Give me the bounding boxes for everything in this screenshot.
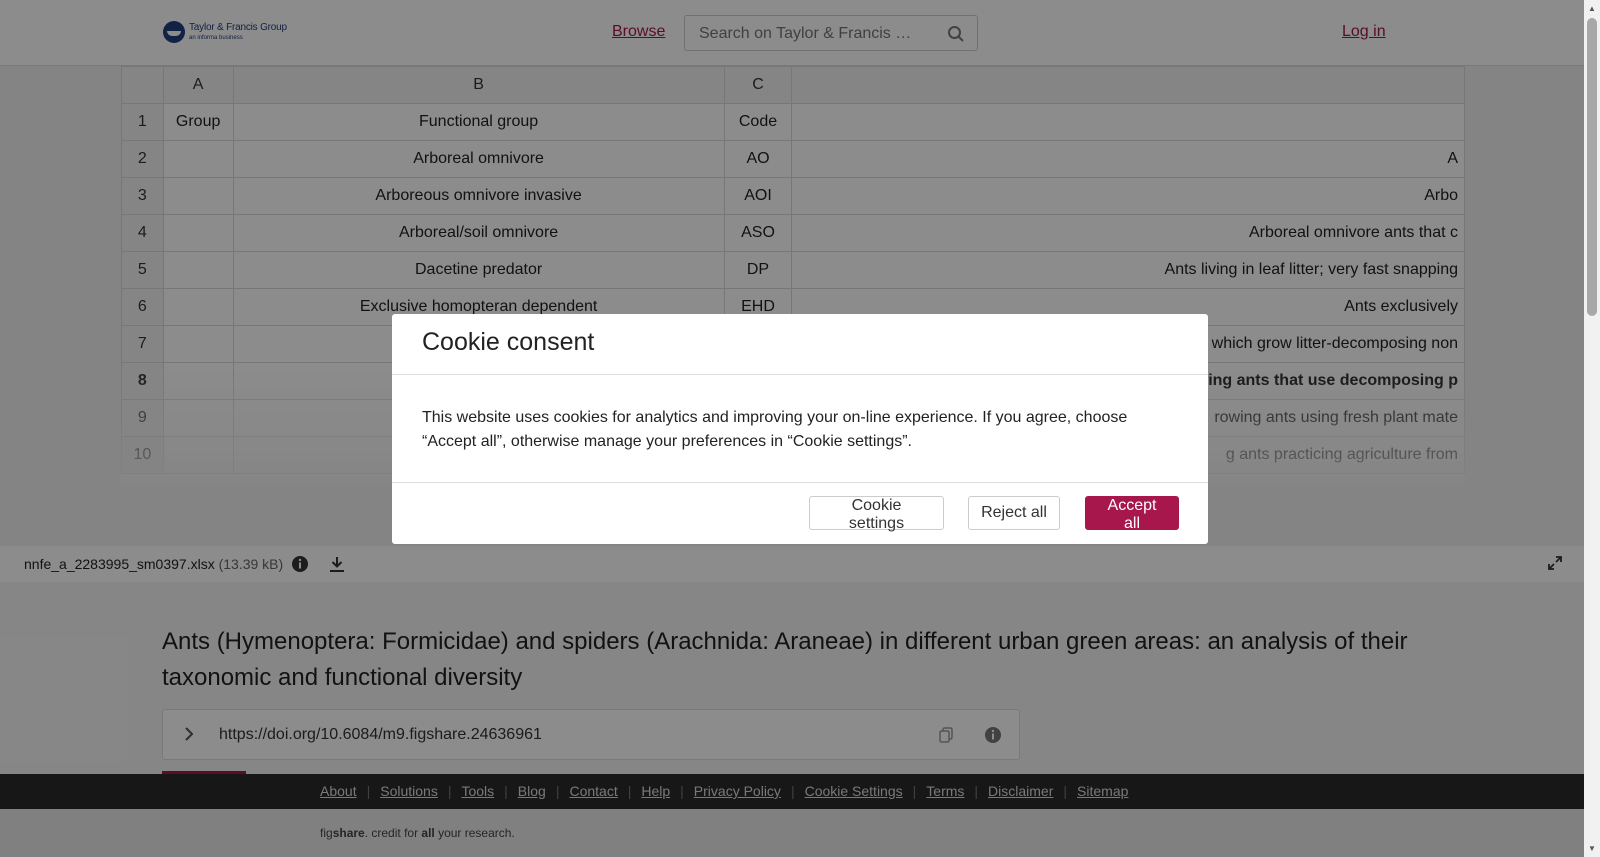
cookie-dialog-title: Cookie consent xyxy=(422,328,595,356)
page-scrollbar[interactable]: ▲ ▼ xyxy=(1584,0,1600,857)
cookie-settings-button[interactable]: Cookie settings xyxy=(809,496,944,532)
page-scroll-down-icon[interactable]: ▼ xyxy=(1588,844,1596,853)
page-scrollbar-thumb[interactable] xyxy=(1587,18,1597,316)
cookie-dialog-body: This website uses cookies for analytics … xyxy=(422,409,1128,450)
divider xyxy=(392,482,1208,483)
accept-all-button[interactable]: Accept all xyxy=(1085,496,1179,532)
page-scroll-up-icon[interactable]: ▲ xyxy=(1588,4,1596,13)
divider xyxy=(392,374,1208,375)
cookie-consent-dialog: Cookie consent This website uses cookies… xyxy=(392,314,1208,544)
reject-all-button[interactable]: Reject all xyxy=(968,496,1060,530)
